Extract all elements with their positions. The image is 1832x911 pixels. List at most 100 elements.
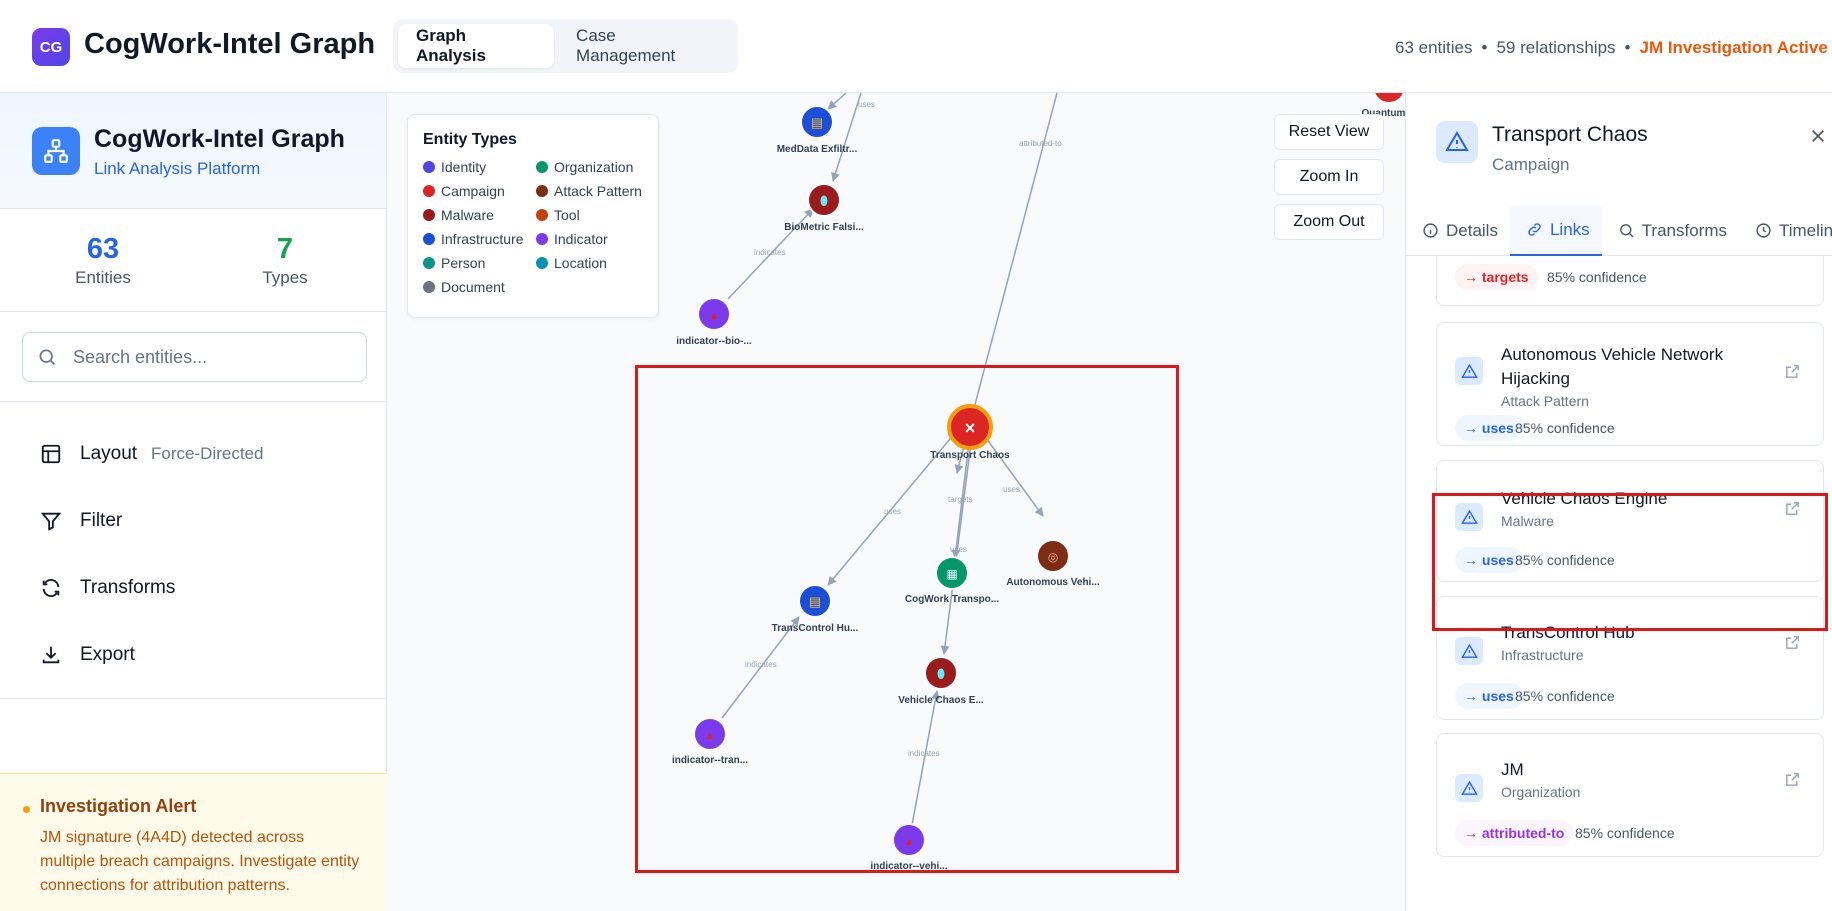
info-icon xyxy=(1422,222,1439,239)
legend-label: Identity xyxy=(441,159,487,175)
menu-filter[interactable]: Filter xyxy=(0,487,386,554)
stat-types: 7 Types xyxy=(225,233,345,288)
legend-label: Organization xyxy=(554,159,634,175)
graph-node-biometric[interactable]: ⬮ BioMetric Falsi... xyxy=(784,183,864,233)
legend-item: Campaign xyxy=(423,182,536,200)
app-title: CogWork-Intel Graph xyxy=(84,28,376,60)
legend-swatch-icon xyxy=(423,185,435,197)
node-glyph: ▲ xyxy=(709,310,720,322)
search-box xyxy=(22,332,367,382)
stats-panel: 63 Entities 7 Types xyxy=(0,209,386,312)
panel-header: Transport Chaos Campaign xyxy=(1406,93,1832,205)
stat-types-value: 7 xyxy=(276,233,294,265)
search-icon xyxy=(1618,222,1635,239)
legend-swatch-icon xyxy=(536,161,548,173)
legend-grid: Identity Organization Campaign Attack Pa… xyxy=(423,158,658,296)
edge-label: indicates xyxy=(754,248,786,257)
app-logo: CG xyxy=(32,28,70,66)
confidence-text: 85% confidence xyxy=(1515,688,1615,704)
status-bar: 63 entities • 59 relationships • JM Investig… xyxy=(1395,38,1828,57)
entity-count: 63 entities xyxy=(1395,38,1473,57)
node-label: indicator--bio-... xyxy=(676,336,752,347)
legend-item: Attack Pattern xyxy=(536,182,649,200)
edge-label: attributed-to xyxy=(1019,139,1062,148)
menu-export[interactable]: Export xyxy=(0,621,386,688)
legend-item: Document xyxy=(423,278,536,296)
graph-node-medata[interactable]: ▤ MedData Exfiltr... xyxy=(777,105,858,155)
tab-transforms-label: Transforms xyxy=(1641,220,1727,240)
legend-swatch-icon xyxy=(423,233,435,245)
tab-transforms[interactable]: Transforms xyxy=(1602,205,1739,256)
selection-highlight xyxy=(635,365,1179,873)
tab-timeline-label: Timeline xyxy=(1778,220,1832,240)
warning-triangle-icon xyxy=(1455,357,1483,385)
legend-item: Location xyxy=(536,254,649,272)
external-link-icon[interactable] xyxy=(1784,634,1801,656)
warning-triangle-icon xyxy=(1455,637,1483,665)
legend-item: Tool xyxy=(536,206,649,224)
legend-swatch-icon xyxy=(536,257,548,269)
link-card[interactable]: JM Organization → attributed-to 85% conf… xyxy=(1436,733,1824,857)
link-entity-type: Organization xyxy=(1501,784,1581,800)
entity-legend: Entity Types Identity Organization Campa… xyxy=(407,114,659,318)
zoom-out-button[interactable]: Zoom Out xyxy=(1274,204,1384,240)
menu-filter-label: Filter xyxy=(80,509,123,531)
link-entity-name: Autonomous Vehicle Network Hijacking xyxy=(1501,345,1724,388)
link-card[interactable]: Autonomous Vehicle Network Hijacking Att… xyxy=(1436,322,1824,446)
legend-item: Infrastructure xyxy=(423,230,536,248)
refresh-icon xyxy=(40,576,64,600)
alert-dot-icon xyxy=(23,806,30,813)
legend-item: Person xyxy=(423,254,536,272)
close-icon[interactable] xyxy=(1809,127,1827,150)
graph-canvas[interactable]: uses indicates attributed-to uses target… xyxy=(387,93,1405,911)
stat-entities: 63 Entities xyxy=(43,233,163,288)
edge-label: uses xyxy=(858,100,875,109)
legend-label: Document xyxy=(441,279,505,295)
warning-triangle-icon xyxy=(1436,121,1478,163)
tab-details-label: Details xyxy=(1446,220,1498,240)
search-input[interactable] xyxy=(71,343,351,371)
legend-swatch-icon xyxy=(536,185,548,197)
node-glyph: ⬮ xyxy=(820,193,828,208)
external-link-icon[interactable] xyxy=(1784,771,1801,793)
tab-timeline[interactable]: Timeline xyxy=(1739,205,1832,256)
node-label: BioMetric Falsi... xyxy=(784,222,864,233)
legend-swatch-icon xyxy=(423,281,435,293)
zoom-in-button[interactable]: Zoom In xyxy=(1274,159,1384,195)
legend-label: Campaign xyxy=(441,183,505,199)
alert-title: Investigation Alert xyxy=(40,796,197,816)
investigation-alert: Investigation Alert JM signature (4A4D) … xyxy=(0,773,387,911)
menu-layout-label: Layout xyxy=(80,442,138,464)
warning-triangle-icon xyxy=(1455,774,1483,802)
graph-edge xyxy=(827,93,847,110)
link-entity-name: JM xyxy=(1501,760,1524,779)
alert-body: JM signature (4A4D) detected across mult… xyxy=(40,829,360,894)
legend-swatch-icon xyxy=(423,257,435,269)
tab-case-management[interactable]: Case Management xyxy=(558,24,733,68)
external-link-icon[interactable] xyxy=(1784,363,1801,385)
legend-swatch-icon xyxy=(423,161,435,173)
legend-label: Indicator xyxy=(554,231,608,247)
reset-view-button[interactable]: Reset View xyxy=(1274,114,1384,150)
tab-graph-analysis[interactable]: Graph Analysis xyxy=(398,24,555,68)
menu-transforms[interactable]: Transforms xyxy=(0,554,386,621)
main-tabs: Graph Analysis Case Management xyxy=(393,19,738,73)
tab-details[interactable]: Details xyxy=(1406,205,1510,256)
menu-layout[interactable]: Layout Force-Directed xyxy=(0,420,386,487)
left-sidebar: CogWork-Intel Graph Link Analysis Platfo… xyxy=(0,93,387,911)
legend-item: Organization xyxy=(536,158,649,176)
menu-transforms-label: Transforms xyxy=(80,576,176,598)
tab-links[interactable]: Links xyxy=(1509,205,1602,256)
link-entity-type: Attack Pattern xyxy=(1501,393,1589,409)
legend-item: Malware xyxy=(423,206,536,224)
relationship-badge: → uses xyxy=(1455,683,1523,709)
graph-node-ind-bio[interactable]: ▲ indicator--bio-... xyxy=(676,297,752,347)
download-icon xyxy=(40,643,64,667)
node-label: MedData Exfiltr... xyxy=(777,144,858,155)
legend-label: Malware xyxy=(441,207,494,223)
graph-edge xyxy=(831,93,862,182)
legend-label: Tool xyxy=(554,207,580,223)
link-card[interactable]: → targets 85% confidence xyxy=(1436,256,1824,306)
relationship-count: 59 relationships xyxy=(1496,38,1616,57)
legend-swatch-icon xyxy=(423,209,435,221)
